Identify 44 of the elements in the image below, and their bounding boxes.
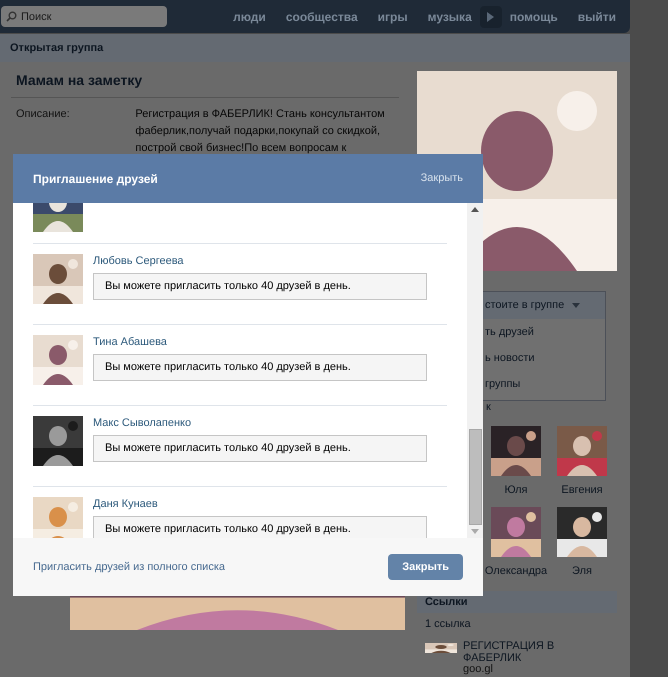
play-icon (487, 12, 494, 22)
message-box: Вы можете пригласить только 40 друзей в день. (93, 273, 427, 300)
friend-name[interactable]: Даня Кунаев (93, 497, 427, 511)
nav-link[interactable]: сообщества (286, 8, 358, 26)
scrollbar-thumb[interactable] (468, 429, 482, 525)
nav-link[interactable]: помощь (510, 8, 558, 26)
friend-link[interactable]: Евгения (561, 482, 603, 498)
menu-item[interactable]: группы (482, 371, 605, 397)
message-box: Вы можете пригласить только 40 друзей в день. (93, 354, 427, 381)
nav-link[interactable]: люди (233, 8, 266, 26)
close-link[interactable]: Закрыть (420, 170, 463, 187)
invite-all-link[interactable]: Пригласить друзей из полного списка (33, 558, 226, 576)
text-fragment: к (486, 401, 491, 414)
scrollbar[interactable] (467, 203, 483, 538)
friend-link[interactable]: Юля (504, 482, 528, 498)
message-box: Вы можете пригласить только 40 друзей в день. (93, 516, 427, 538)
links-title: Ссылки (425, 594, 468, 610)
dialog-title: Приглашение друзей (33, 170, 158, 188)
link-title[interactable]: РЕГИСТРАЦИЯ В ФАБЕРЛИК (463, 640, 593, 664)
close-button[interactable]: Закрыть (388, 554, 463, 580)
group-title: Мамам на заметку (16, 72, 142, 88)
friend-link[interactable]: Олександра (484, 562, 548, 579)
nav-link[interactable]: музыка (428, 8, 472, 26)
menu-item[interactable]: ь новости (482, 345, 605, 371)
caret-icon (572, 303, 580, 308)
description-text: Регистрация в ФАБЕРЛИК! Стань консультантом фаберлик,получай подарки,покупай со скидкой, построй свой бизнес!По всем вопросам к (135, 107, 386, 156)
header-title: Открытая группа (10, 40, 104, 56)
nav-link[interactable]: игры (378, 8, 408, 26)
links-count: 1 ссылка (424, 617, 472, 632)
friend-name[interactable]: Макс Сыволапенко (93, 416, 427, 430)
arrow-down-icon (471, 529, 479, 534)
search-icon (6, 11, 17, 22)
arrow-up-icon (471, 207, 479, 212)
friend-name[interactable]: Любовь Сергеева (93, 254, 427, 268)
description-label: Описание: (16, 107, 71, 122)
menu-item[interactable]: ть друзей (482, 319, 605, 345)
more-button[interactable] (480, 6, 502, 28)
friend-link[interactable]: Эля (572, 562, 592, 579)
nav-link[interactable]: выйти (578, 8, 616, 26)
link-url: goo.gl (463, 664, 494, 674)
message-box: Вы можете пригласить только 40 друзей в день. (93, 435, 427, 462)
membership-button[interactable]: стоите в группе (482, 292, 605, 319)
search-field[interactable]: Поиск (1, 6, 167, 27)
friend-name[interactable]: Тина Абашева (93, 335, 427, 349)
